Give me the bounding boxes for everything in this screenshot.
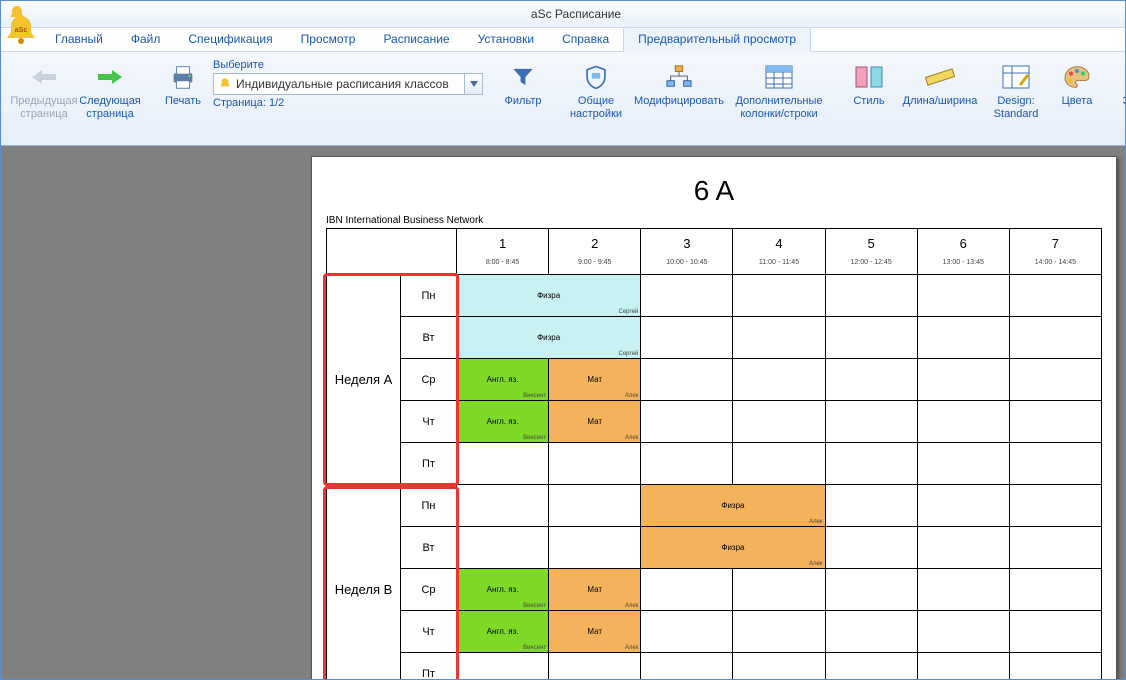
- print-button[interactable]: Печать: [155, 57, 211, 108]
- close-preview-button[interactable]: Закрыть предв. просмотр: [1117, 57, 1126, 120]
- global-settings-button[interactable]: Общие настройки: [563, 57, 629, 120]
- ruler-icon: [924, 61, 956, 93]
- palette-icon: [1061, 61, 1093, 93]
- hierarchy-icon: [663, 61, 695, 93]
- window-title: aSc Расписание: [33, 7, 1119, 21]
- modify-button[interactable]: Модифицировать: [629, 57, 729, 108]
- colors-button[interactable]: Цвета: [1049, 57, 1105, 108]
- design-icon: [1000, 61, 1032, 93]
- preview-canvas[interactable]: 6 A IBN International Business Network 1…: [1, 146, 1125, 679]
- report-combo[interactable]: Индивидуальные расписания классов: [213, 73, 483, 95]
- title-bar: aSc Расписание: [1, 1, 1125, 28]
- extra-cols-button[interactable]: Дополнительные колонки/строки: [729, 57, 829, 120]
- page-title: 6 A: [326, 175, 1102, 207]
- design-button[interactable]: Design: Standard: [983, 57, 1049, 120]
- timetable-grid: 18:00 - 8:45 29:00 - 9:45 310:00 - 10:45…: [326, 228, 1102, 679]
- tab-file[interactable]: Файл: [117, 28, 175, 51]
- tab-main[interactable]: Главный: [41, 28, 117, 51]
- style-icon: [853, 61, 885, 93]
- style-button[interactable]: Стиль: [841, 57, 897, 108]
- week-a-label: Неделя A: [327, 275, 401, 485]
- chevron-down-icon: [470, 81, 478, 87]
- tab-view[interactable]: Просмотр: [287, 28, 370, 51]
- choose-label: Выберите: [213, 59, 483, 71]
- org-name: IBN International Business Network: [326, 215, 1102, 226]
- prev-page-button[interactable]: Предыдущая страница: [11, 57, 77, 120]
- arrow-right-icon: [94, 61, 126, 93]
- combo-value: Индивидуальные расписания классов: [236, 77, 449, 91]
- table-icon: [763, 61, 795, 93]
- week-b-label: Неделя B: [327, 485, 401, 680]
- tab-spec[interactable]: Спецификация: [174, 28, 286, 51]
- dimensions-button[interactable]: Длина/ширина: [897, 57, 983, 108]
- combo-dropdown-button[interactable]: [465, 73, 483, 95]
- ribbon: Предыдущая страница Следующая страница П…: [1, 52, 1125, 146]
- tab-help[interactable]: Справка: [548, 28, 623, 51]
- printer-icon: [167, 61, 199, 93]
- tab-settings[interactable]: Установки: [464, 28, 548, 51]
- shield-icon: [580, 61, 612, 93]
- tab-preview[interactable]: Предварительный просмотр: [623, 27, 811, 52]
- bell-small-icon: [218, 77, 232, 91]
- page-indicator: Страница: 1/2: [213, 97, 483, 109]
- next-page-button[interactable]: Следующая страница: [77, 57, 143, 120]
- ribbon-tabs: aSc Главный Файл Спецификация Просмотр Р…: [1, 28, 1125, 52]
- app-menu-icon[interactable]: aSc: [5, 14, 37, 46]
- page-preview: 6 A IBN International Business Network 1…: [311, 156, 1117, 679]
- svg-text:aSc: aSc: [15, 27, 28, 34]
- filter-button[interactable]: Фильтр: [495, 57, 551, 108]
- arrow-left-icon: [28, 61, 60, 93]
- tab-schedule[interactable]: Расписание: [369, 28, 463, 51]
- funnel-icon: [507, 61, 539, 93]
